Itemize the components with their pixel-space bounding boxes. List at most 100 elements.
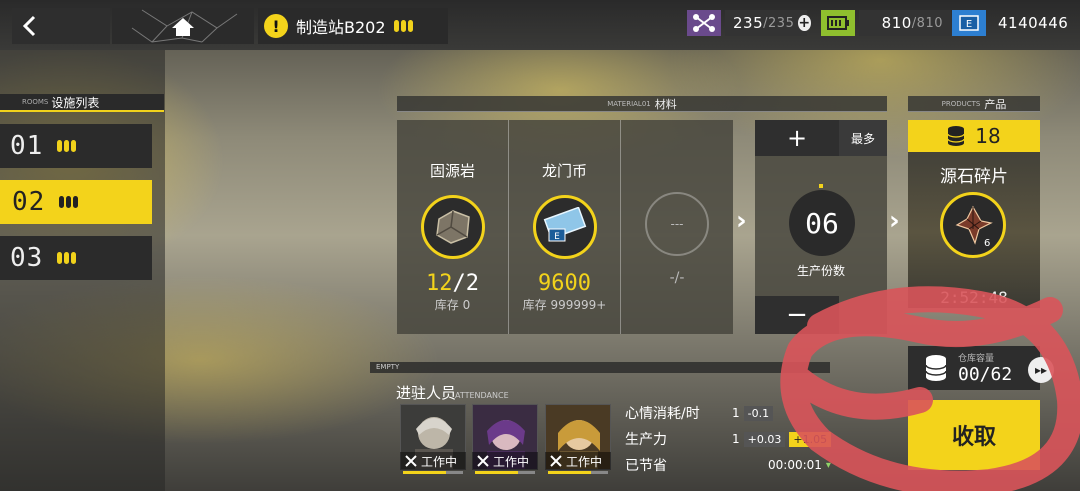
lmd-current: 4140446: [998, 14, 1069, 32]
stat-base: 1: [732, 406, 740, 420]
stat-mood-values: 1 -0.1: [732, 402, 774, 424]
rooms-header-en: ROOMS: [22, 98, 49, 106]
product-badge: 6: [984, 238, 991, 249]
stat-saved-time: 00:00:01: [768, 458, 822, 472]
material-stock: 库存 0: [434, 298, 471, 312]
drone-icon: [687, 10, 721, 36]
product-name: 源石碎片: [940, 167, 1008, 187]
arrow-down-icon: ▾: [825, 459, 831, 471]
room-item-02[interactable]: 02: [0, 180, 152, 224]
material-name: 龙门币: [541, 162, 587, 180]
max-button[interactable]: 最多: [839, 120, 887, 156]
lmd-icon: E: [952, 10, 986, 36]
operator-status: 工作中: [472, 452, 538, 470]
tools-icon: [405, 455, 417, 467]
material-have: 12: [426, 271, 453, 296]
add-drone-icon[interactable]: +: [798, 15, 811, 31]
capacity-value: 00/62: [958, 364, 1013, 385]
material-header-en: MATERIAL01: [607, 99, 651, 108]
material-stock: 库存 999999+: [522, 298, 607, 312]
originium-shard-icon: [940, 192, 1006, 258]
stat-base: 1: [732, 432, 740, 446]
material-item-empty: — --- -/-: [621, 120, 733, 334]
chevron-right-icon: ›: [736, 206, 747, 236]
stat-label: 生产力: [625, 432, 667, 448]
level-bars-icon: [59, 196, 79, 208]
operator-status-label: 工作中: [493, 454, 530, 469]
material-name: 固源岩: [429, 162, 475, 180]
back-arrow-icon: [22, 15, 36, 37]
operator-status-label: 工作中: [566, 454, 603, 469]
power-resource: 810/810: [821, 10, 951, 36]
drone-resource: 235/235 +: [687, 10, 811, 36]
orirock-icon: [420, 195, 485, 259]
stat-delta: +1.05: [789, 431, 832, 447]
count-label: 生产份数: [796, 264, 845, 278]
products-header-en: PRODUCTS: [941, 99, 981, 108]
station-title: ! 制造站B202: [258, 8, 448, 44]
material-have: 9600: [538, 271, 591, 296]
drone-max: /235: [763, 15, 795, 31]
stack-icon: [947, 126, 965, 146]
product-timer: 2:52:48: [940, 288, 1008, 307]
level-bars-icon: [57, 252, 77, 264]
material-header-zh: 材料: [654, 97, 677, 111]
room-label: 03: [10, 243, 44, 273]
drone-current: 235: [733, 14, 764, 32]
operator-mood-bar: [403, 471, 463, 474]
storage-capacity: 仓库容量 00/62: [908, 346, 1040, 390]
material-item-orirock[interactable]: 固源岩 12/2 库存 0: [397, 120, 509, 334]
back-button[interactable]: [12, 8, 110, 44]
operator-status: 工作中: [545, 452, 611, 470]
room-item-01[interactable]: 01: [0, 124, 152, 168]
material-need: /2: [452, 271, 480, 296]
svg-text:E: E: [966, 19, 972, 30]
empty-count: -/-: [669, 270, 685, 286]
power-max: /810: [911, 15, 943, 31]
tools-icon: [550, 455, 562, 467]
product-card[interactable]: 18 源石碎片 6 2:52:48: [908, 120, 1040, 308]
stat-productivity-values: 1 +0.03 +1.05: [732, 428, 832, 450]
battery-icon: [821, 10, 855, 36]
collect-button[interactable]: 收取: [908, 400, 1040, 470]
svg-text:E: E: [554, 232, 560, 242]
products-header: PRODUCTS 产品: [908, 96, 1040, 112]
power-current: 810: [881, 14, 912, 32]
count-panel: + 最多 06 生产份数 −: [755, 120, 887, 334]
room-label: 02: [12, 187, 46, 217]
product-amount: 18: [975, 124, 1001, 148]
operator-status: 工作中: [400, 452, 466, 470]
capacity-label: 仓库容量: [958, 354, 995, 364]
rooms-header-zh: 设施列表: [51, 95, 100, 110]
room-item-03[interactable]: 03: [0, 236, 152, 280]
stat-saved: 已节省: [625, 454, 667, 476]
tools-icon: [477, 455, 489, 467]
material-item-lmd[interactable]: 龙门币 E 9600 库存 999999+: [509, 120, 621, 334]
product-amount-bar: 18: [908, 120, 1040, 152]
increase-button[interactable]: +: [755, 120, 839, 156]
level-bars-icon: [57, 140, 77, 152]
level-bars-icon: [393, 20, 413, 32]
rooms-header: ROOMS 设施列表: [0, 94, 164, 112]
empty-slot: ---: [645, 192, 709, 256]
decrease-button[interactable]: −: [755, 296, 839, 334]
stat-delta: +0.03: [743, 431, 786, 447]
station-name: 制造站B202: [296, 18, 386, 37]
stat-delta: -0.1: [743, 405, 774, 421]
count-indicator: [819, 184, 823, 188]
attendance-label-en: ATTENDANCE: [455, 391, 509, 400]
products-header-zh: 产品: [984, 97, 1007, 111]
home-icon: [131, 9, 238, 43]
home-button[interactable]: [112, 8, 254, 44]
count-value: 06: [789, 190, 855, 256]
alert-icon[interactable]: !: [264, 14, 288, 38]
fast-forward-icon[interactable]: ▸▸: [1028, 357, 1054, 383]
stat-label: 已节省: [625, 458, 667, 474]
empty-label: EMPTY: [370, 362, 830, 373]
stat-productivity: 生产力: [625, 428, 667, 450]
material-panel: 固源岩 12/2 库存 0 龙门币 E 9600 库存 999999+ — --…: [397, 120, 733, 334]
stack-icon: [925, 355, 947, 381]
operator-mood-bar: [548, 471, 608, 474]
lmd-icon: E: [532, 195, 597, 259]
lmd-resource: E 4140446: [952, 10, 1080, 36]
